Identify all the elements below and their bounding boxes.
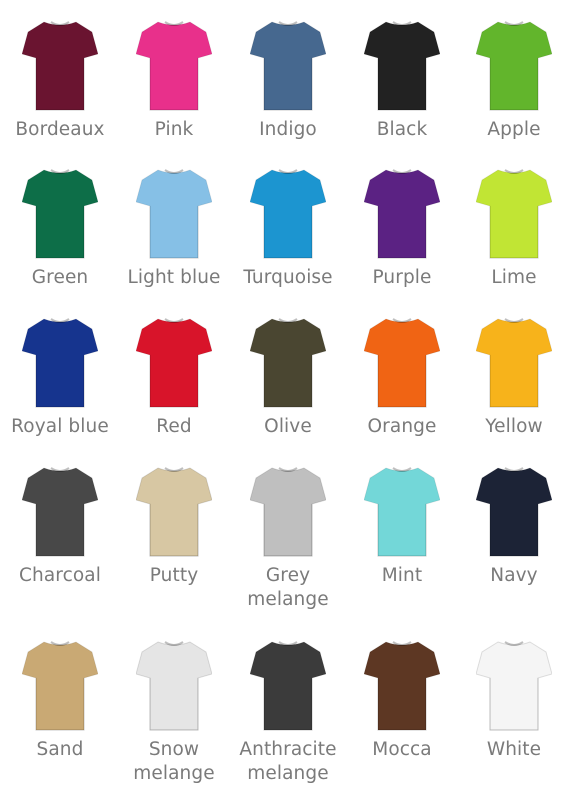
color-label: Navy bbox=[490, 565, 538, 586]
tshirt-icon bbox=[136, 641, 212, 731]
color-label: Bordeaux bbox=[15, 119, 105, 140]
tshirt-icon bbox=[476, 641, 552, 731]
tshirt-icon bbox=[22, 169, 98, 259]
swatch-charcoal[interactable]: Charcoal bbox=[0, 460, 120, 588]
swatch-black[interactable]: Black bbox=[342, 14, 462, 142]
tshirt-icon bbox=[250, 467, 326, 557]
color-label: Anthracite melange bbox=[239, 739, 337, 784]
color-label: Sand bbox=[36, 739, 84, 760]
tshirt-icon bbox=[136, 318, 212, 408]
color-label: Green bbox=[31, 267, 89, 288]
tshirt-icon bbox=[136, 21, 212, 111]
tshirt-icon bbox=[22, 318, 98, 408]
color-label: Light blue bbox=[127, 267, 221, 288]
tshirt-icon bbox=[476, 21, 552, 111]
tshirt-icon bbox=[136, 467, 212, 557]
swatch-olive[interactable]: Olive bbox=[228, 311, 348, 439]
color-label: Snow melange bbox=[133, 739, 215, 784]
swatch-yellow[interactable]: Yellow bbox=[454, 311, 574, 439]
tshirt-icon bbox=[476, 467, 552, 557]
color-swatch-grid: Bordeaux Pink Indigo Black Apple Green L… bbox=[0, 0, 574, 791]
tshirt-icon bbox=[476, 318, 552, 408]
swatch-grey-melange[interactable]: Grey melange bbox=[228, 460, 348, 612]
tshirt-icon bbox=[364, 641, 440, 731]
swatch-mint[interactable]: Mint bbox=[342, 460, 462, 588]
tshirt-icon bbox=[250, 641, 326, 731]
color-label: Purple bbox=[372, 267, 432, 288]
tshirt-icon bbox=[476, 169, 552, 259]
swatch-sand[interactable]: Sand bbox=[0, 634, 120, 762]
color-label: Orange bbox=[367, 416, 437, 437]
color-label: Black bbox=[376, 119, 428, 140]
swatch-royal-blue[interactable]: Royal blue bbox=[0, 311, 120, 439]
swatch-turquoise[interactable]: Turquoise bbox=[228, 162, 348, 290]
tshirt-icon bbox=[364, 467, 440, 557]
swatch-snow-melange[interactable]: Snow melange bbox=[114, 634, 234, 786]
swatch-lime[interactable]: Lime bbox=[454, 162, 574, 290]
swatch-orange[interactable]: Orange bbox=[342, 311, 462, 439]
tshirt-icon bbox=[364, 169, 440, 259]
color-label: Turquoise bbox=[243, 267, 333, 288]
tshirt-icon bbox=[22, 21, 98, 111]
color-label: Lime bbox=[491, 267, 537, 288]
color-label: Charcoal bbox=[19, 565, 101, 586]
color-label: Olive bbox=[264, 416, 312, 437]
swatch-purple[interactable]: Purple bbox=[342, 162, 462, 290]
color-label: Mocca bbox=[372, 739, 432, 760]
swatch-anthracite-melange[interactable]: Anthracite melange bbox=[228, 634, 348, 786]
tshirt-icon bbox=[22, 641, 98, 731]
tshirt-icon bbox=[250, 169, 326, 259]
color-label: Pink bbox=[154, 119, 194, 140]
color-label: Royal blue bbox=[11, 416, 109, 437]
swatch-bordeaux[interactable]: Bordeaux bbox=[0, 14, 120, 142]
swatch-white[interactable]: White bbox=[454, 634, 574, 762]
tshirt-icon bbox=[136, 169, 212, 259]
color-label: Grey melange bbox=[247, 565, 329, 610]
tshirt-icon bbox=[250, 318, 326, 408]
color-label: Red bbox=[156, 416, 192, 437]
tshirt-icon bbox=[364, 21, 440, 111]
swatch-mocca[interactable]: Mocca bbox=[342, 634, 462, 762]
color-label: Indigo bbox=[259, 119, 317, 140]
swatch-navy[interactable]: Navy bbox=[454, 460, 574, 588]
swatch-light-blue[interactable]: Light blue bbox=[114, 162, 234, 290]
color-label: Yellow bbox=[485, 416, 543, 437]
swatch-green[interactable]: Green bbox=[0, 162, 120, 290]
swatch-pink[interactable]: Pink bbox=[114, 14, 234, 142]
swatch-red[interactable]: Red bbox=[114, 311, 234, 439]
tshirt-icon bbox=[250, 21, 326, 111]
color-label: Putty bbox=[149, 565, 199, 586]
swatch-putty[interactable]: Putty bbox=[114, 460, 234, 588]
swatch-apple[interactable]: Apple bbox=[454, 14, 574, 142]
color-label: Apple bbox=[487, 119, 541, 140]
swatch-indigo[interactable]: Indigo bbox=[228, 14, 348, 142]
tshirt-icon bbox=[364, 318, 440, 408]
color-label: White bbox=[486, 739, 542, 760]
tshirt-icon bbox=[22, 467, 98, 557]
color-label: Mint bbox=[381, 565, 423, 586]
